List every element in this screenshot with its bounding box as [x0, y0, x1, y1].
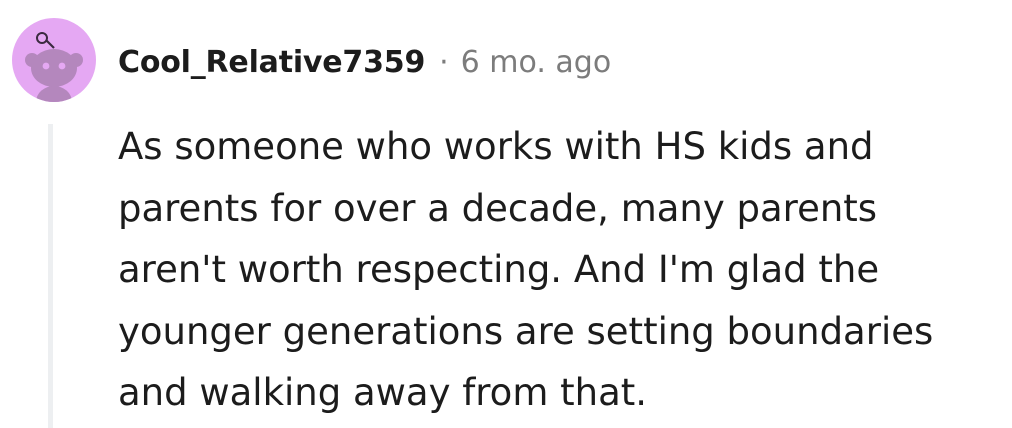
comment: Cool_Relative7359 · 6 mo. ago As someone…	[0, 0, 1012, 428]
author-username[interactable]: Cool_Relative7359	[118, 45, 425, 80]
comment-body-line: and walking away from that.	[118, 371, 648, 414]
comment-body-line: parents for over a decade, many parents	[118, 186, 878, 230]
comment-body-line: As someone who works with HS kids and	[118, 125, 874, 168]
comment-timestamp[interactable]: 6 mo. ago	[461, 45, 612, 80]
comment-body-line: aren't worth respecting. And I'm glad th…	[118, 248, 880, 291]
comment-header: Cool_Relative7359 · 6 mo. ago	[118, 40, 611, 84]
comment-body: As someone who works with HS kids and par…	[118, 116, 998, 424]
comment-body-line: younger generations are setting boundari…	[118, 309, 934, 353]
user-avatar[interactable]	[12, 18, 96, 102]
thread-collapse-line[interactable]	[48, 124, 53, 428]
reddit-snoo-avatar-icon	[25, 32, 83, 102]
header-separator: ·	[439, 44, 449, 80]
